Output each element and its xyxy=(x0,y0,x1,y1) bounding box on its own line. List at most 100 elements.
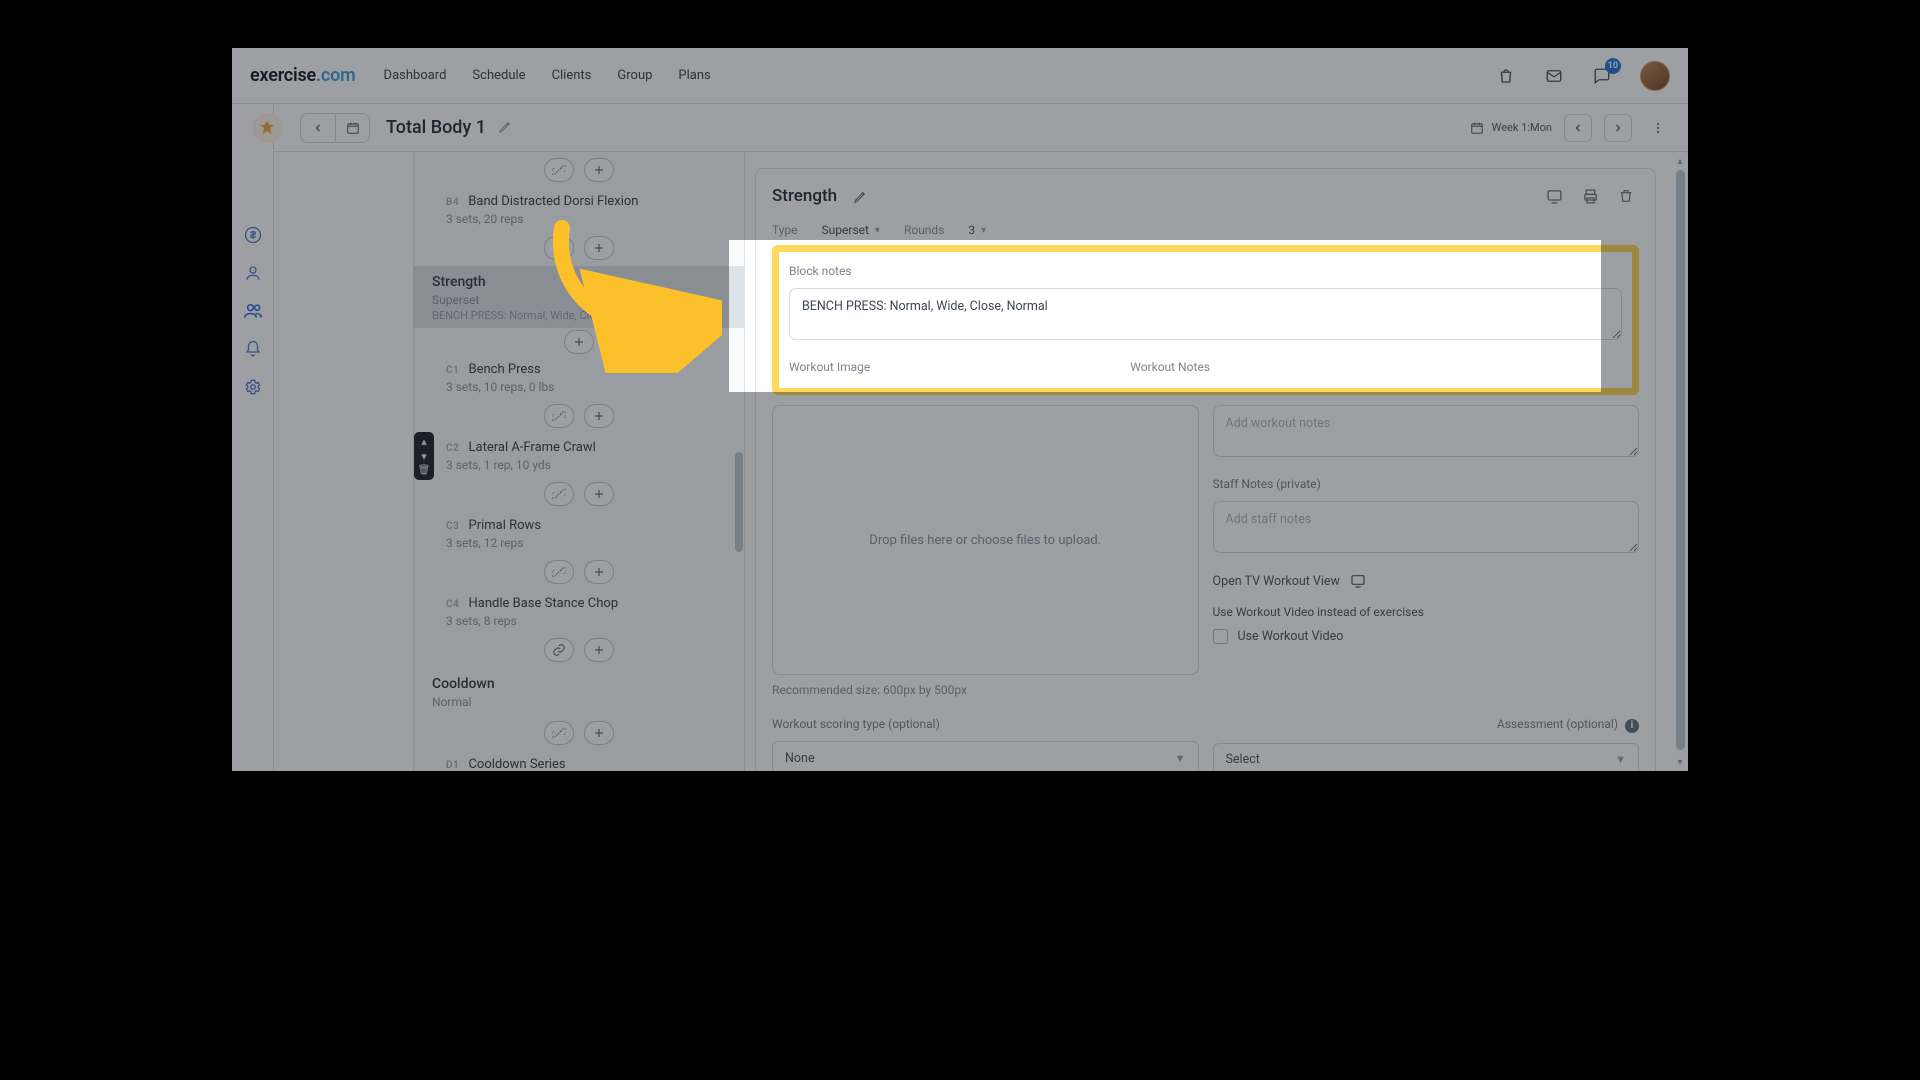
add-button[interactable] xyxy=(584,236,614,260)
tv-icon[interactable] xyxy=(1541,183,1567,209)
week-selector[interactable]: Week 1:Mon xyxy=(1470,121,1552,135)
edit-title-icon[interactable] xyxy=(498,119,516,137)
print-icon[interactable] xyxy=(1577,183,1603,209)
brand-logo[interactable]: exercise.com xyxy=(250,65,356,86)
exercise-row[interactable]: B4 Band Distracted Dorsi Flexion 3 sets,… xyxy=(414,188,744,230)
delete-row-icon[interactable]: 🗑 xyxy=(418,466,431,476)
use-video-row[interactable]: Use Workout Video xyxy=(1213,629,1640,644)
editor-scrollbar[interactable]: ▴ ▾ xyxy=(1672,152,1688,771)
exercise-row[interactable]: C4 Handle Base Stance Chop 3 sets, 8 rep… xyxy=(414,590,744,632)
use-video-checkbox[interactable] xyxy=(1213,629,1228,644)
type-label: Type xyxy=(772,223,798,237)
letterbox-top xyxy=(232,0,1688,48)
workout-notes-label: Workout Notes xyxy=(1130,360,1210,374)
block-editor-card: Strength Typ xyxy=(755,168,1656,771)
nav-calendar-button[interactable] xyxy=(335,113,369,143)
chevron-down-icon: ▼ xyxy=(1615,753,1626,766)
side-rail xyxy=(232,104,274,771)
program-icon[interactable] xyxy=(252,113,282,143)
sub-header: Total Body 1 Week 1:Mon xyxy=(274,104,1688,152)
add-button[interactable] xyxy=(584,721,614,745)
row-controls xyxy=(414,554,744,590)
exercise-code: C3 xyxy=(446,521,459,532)
trash-icon[interactable] xyxy=(1613,183,1639,209)
nav-group[interactable]: Group xyxy=(617,68,652,83)
exercise-name: Band Distracted Dorsi Flexion xyxy=(468,194,638,209)
rail-people-icon[interactable] xyxy=(242,300,264,322)
info-icon[interactable]: i xyxy=(1625,719,1639,733)
scroll-up-icon[interactable]: ▴ xyxy=(1677,152,1682,170)
image-dropzone[interactable]: Drop files here or choose files to uploa… xyxy=(772,405,1199,675)
user-avatar[interactable] xyxy=(1640,61,1670,91)
exercise-row[interactable]: C1 Bench Press 3 sets, 10 reps, 0 lbs xyxy=(414,356,744,398)
block-row-selected[interactable]: Strength Superset BENCH PRESS: Normal, W… xyxy=(414,266,744,328)
move-up-icon[interactable]: ▴ xyxy=(421,436,427,447)
chevron-down-icon: ▾ xyxy=(875,225,880,236)
add-button[interactable] xyxy=(584,638,614,662)
unlink-button[interactable] xyxy=(544,721,574,745)
rounds-select[interactable]: 3 ▾ xyxy=(968,223,986,237)
block-notes-label: Block notes xyxy=(789,264,1622,278)
overflow-menu-button[interactable] xyxy=(1644,114,1672,142)
workout-image-label: Workout Image xyxy=(789,360,870,374)
nav-plans[interactable]: Plans xyxy=(678,68,710,83)
week-next-button[interactable] xyxy=(1604,114,1632,142)
bag-icon[interactable] xyxy=(1496,66,1516,86)
list-scrollbar[interactable] xyxy=(735,452,743,552)
week-prev-button[interactable] xyxy=(1564,114,1592,142)
unlink-button[interactable] xyxy=(544,560,574,584)
block-row[interactable]: Cooldown Normal xyxy=(414,668,744,715)
exercise-row[interactable]: C3 Primal Rows 3 sets, 12 reps xyxy=(414,512,744,554)
assessment-select[interactable]: Select ▼ xyxy=(1213,743,1640,772)
columns: B4 Band Distracted Dorsi Flexion 3 sets,… xyxy=(274,152,1688,771)
scroll-thumb[interactable] xyxy=(1676,170,1685,750)
add-button[interactable] xyxy=(584,158,614,182)
rail-bell-icon[interactable] xyxy=(242,338,264,360)
edit-card-icon[interactable] xyxy=(847,183,873,209)
top-nav-right: 10 xyxy=(1496,61,1670,91)
left-gutter xyxy=(274,152,414,771)
recommended-size: Recommended size: 600px by 500px xyxy=(772,683,1199,697)
scoring-select[interactable]: None ▼ xyxy=(772,741,1199,771)
workspace: Total Body 1 Week 1:Mon xyxy=(232,104,1688,771)
scroll-down-icon[interactable]: ▾ xyxy=(1677,753,1682,771)
use-video-title: Use Workout Video instead of exercises xyxy=(1213,605,1640,619)
nav-prev-button[interactable] xyxy=(301,113,335,143)
rail-gear-icon[interactable] xyxy=(242,376,264,398)
link-button[interactable] xyxy=(544,236,574,260)
rail-money-icon[interactable] xyxy=(242,224,264,246)
type-value: Superset xyxy=(822,223,869,237)
exercise-row[interactable]: D1 Cooldown Series 1 set, 00:00:00 xyxy=(414,751,744,771)
workout-notes-input[interactable] xyxy=(1213,405,1640,457)
main: Total Body 1 Week 1:Mon xyxy=(274,104,1688,771)
add-button[interactable] xyxy=(584,404,614,428)
chevron-down-icon: ▾ xyxy=(981,225,986,236)
chat-icon[interactable]: 10 xyxy=(1592,66,1612,86)
nav-schedule[interactable]: Schedule xyxy=(472,68,525,83)
move-down-icon[interactable]: ▾ xyxy=(421,451,427,462)
block-notes-input[interactable] xyxy=(789,288,1622,340)
staff-notes-input[interactable] xyxy=(1213,501,1640,553)
scoring-row: Workout scoring type (optional) None ▼ xyxy=(772,717,1639,771)
exercise-row[interactable]: C2 Lateral A-Frame Crawl 3 sets, 1 rep, … xyxy=(414,434,744,476)
assessment-label: Assessment (optional) i xyxy=(1213,717,1640,733)
add-button[interactable] xyxy=(584,560,614,584)
type-row: Type Superset ▾ Rounds 3 ▾ xyxy=(772,223,1639,237)
nav-clients[interactable]: Clients xyxy=(552,68,592,83)
top-nav: exercise.com Dashboard Schedule Clients … xyxy=(232,48,1688,104)
add-button[interactable] xyxy=(564,330,594,354)
row-controls xyxy=(414,328,744,356)
nav-dashboard[interactable]: Dashboard xyxy=(384,68,447,83)
unlink-button[interactable] xyxy=(544,158,574,182)
rail-person-icon[interactable] xyxy=(242,262,264,284)
nav-links: Dashboard Schedule Clients Group Plans xyxy=(384,68,711,83)
open-tv-link[interactable]: Open TV Workout View xyxy=(1213,573,1640,589)
unlink-button[interactable] xyxy=(544,482,574,506)
row-controls xyxy=(414,230,744,266)
unlink-button[interactable] xyxy=(544,404,574,428)
type-select[interactable]: Superset ▾ xyxy=(822,223,880,237)
mail-icon[interactable] xyxy=(1544,66,1564,86)
link-button[interactable] xyxy=(544,638,574,662)
block-name: Cooldown xyxy=(432,676,728,692)
add-button[interactable] xyxy=(584,482,614,506)
